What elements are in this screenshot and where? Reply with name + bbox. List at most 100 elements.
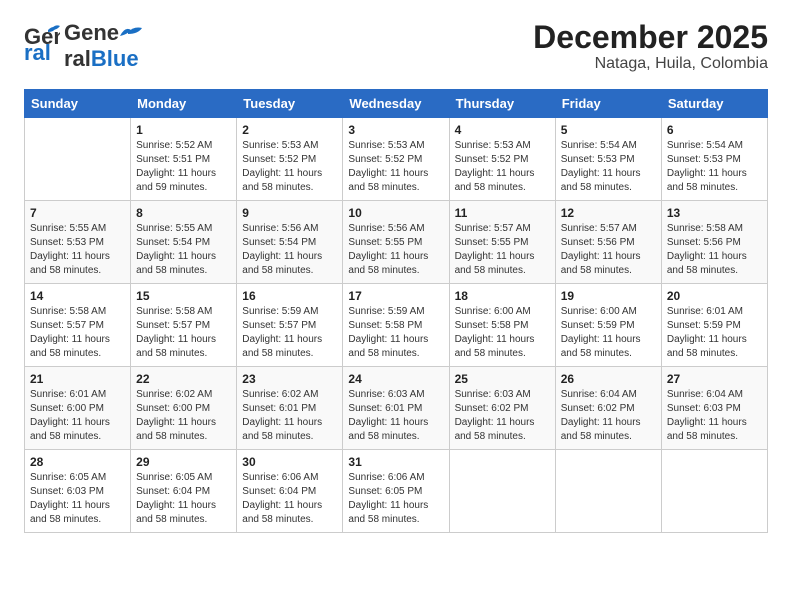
day-number: 1: [136, 123, 231, 137]
title-block: December 2025 Nataga, Huila, Colombia: [533, 20, 768, 73]
calendar-header-row: Sunday Monday Tuesday Wednesday Thursday…: [25, 90, 768, 118]
logo-general-text: Gene: [64, 20, 119, 46]
cell-week4-day3: 24 Sunrise: 6:03 AMSunset: 6:01 PMDaylig…: [343, 367, 449, 450]
cell-week2-day5: 12 Sunrise: 5:57 AMSunset: 5:56 PMDaylig…: [555, 201, 661, 284]
cell-week3-day5: 19 Sunrise: 6:00 AMSunset: 5:59 PMDaylig…: [555, 284, 661, 367]
cell-week5-day4: [449, 450, 555, 533]
day-number: 11: [455, 206, 550, 220]
day-info: Sunrise: 5:52 AMSunset: 5:51 PMDaylight:…: [136, 139, 231, 195]
week-row-2: 7 Sunrise: 5:55 AMSunset: 5:53 PMDayligh…: [25, 201, 768, 284]
cell-week3-day1: 15 Sunrise: 5:58 AMSunset: 5:57 PMDaylig…: [131, 284, 237, 367]
day-number: 9: [242, 206, 337, 220]
day-number: 24: [348, 372, 443, 386]
day-number: 14: [30, 289, 125, 303]
day-number: 22: [136, 372, 231, 386]
day-info: Sunrise: 5:53 AMSunset: 5:52 PMDaylight:…: [348, 139, 443, 195]
day-info: Sunrise: 5:57 AMSunset: 5:55 PMDaylight:…: [455, 222, 550, 278]
day-number: 17: [348, 289, 443, 303]
day-info: Sunrise: 6:00 AMSunset: 5:58 PMDaylight:…: [455, 305, 550, 361]
cell-week3-day6: 20 Sunrise: 6:01 AMSunset: 5:59 PMDaylig…: [661, 284, 767, 367]
day-info: Sunrise: 5:56 AMSunset: 5:55 PMDaylight:…: [348, 222, 443, 278]
cell-week5-day5: [555, 450, 661, 533]
cell-week5-day3: 31 Sunrise: 6:06 AMSunset: 6:05 PMDaylig…: [343, 450, 449, 533]
day-info: Sunrise: 6:00 AMSunset: 5:59 PMDaylight:…: [561, 305, 656, 361]
day-number: 27: [667, 372, 762, 386]
month-year-title: December 2025: [533, 20, 768, 55]
day-number: 15: [136, 289, 231, 303]
cell-week1-day5: 5 Sunrise: 5:54 AMSunset: 5:53 PMDayligh…: [555, 118, 661, 201]
cell-week5-day2: 30 Sunrise: 6:06 AMSunset: 6:04 PMDaylig…: [237, 450, 343, 533]
week-row-1: 1 Sunrise: 5:52 AMSunset: 5:51 PMDayligh…: [25, 118, 768, 201]
day-info: Sunrise: 6:03 AMSunset: 6:02 PMDaylight:…: [455, 388, 550, 444]
day-number: 13: [667, 206, 762, 220]
logo-general-text2: ral: [64, 46, 91, 72]
day-info: Sunrise: 6:01 AMSunset: 5:59 PMDaylight:…: [667, 305, 762, 361]
cell-week1-day4: 4 Sunrise: 5:53 AMSunset: 5:52 PMDayligh…: [449, 118, 555, 201]
cell-week4-day0: 21 Sunrise: 6:01 AMSunset: 6:00 PMDaylig…: [25, 367, 131, 450]
cell-week4-day5: 26 Sunrise: 6:04 AMSunset: 6:02 PMDaylig…: [555, 367, 661, 450]
day-number: 5: [561, 123, 656, 137]
day-info: Sunrise: 5:57 AMSunset: 5:56 PMDaylight:…: [561, 222, 656, 278]
day-info: Sunrise: 5:58 AMSunset: 5:57 PMDaylight:…: [30, 305, 125, 361]
location-subtitle: Nataga, Huila, Colombia: [533, 55, 768, 73]
cell-week4-day2: 23 Sunrise: 6:02 AMSunset: 6:01 PMDaylig…: [237, 367, 343, 450]
week-row-3: 14 Sunrise: 5:58 AMSunset: 5:57 PMDaylig…: [25, 284, 768, 367]
col-friday: Friday: [555, 90, 661, 118]
cell-week2-day2: 9 Sunrise: 5:56 AMSunset: 5:54 PMDayligh…: [237, 201, 343, 284]
day-number: 26: [561, 372, 656, 386]
day-number: 2: [242, 123, 337, 137]
logo: Gene ral Gene ral Blue: [24, 20, 142, 72]
day-info: Sunrise: 6:04 AMSunset: 6:02 PMDaylight:…: [561, 388, 656, 444]
cell-week2-day1: 8 Sunrise: 5:55 AMSunset: 5:54 PMDayligh…: [131, 201, 237, 284]
day-number: 8: [136, 206, 231, 220]
cell-week3-day3: 17 Sunrise: 5:59 AMSunset: 5:58 PMDaylig…: [343, 284, 449, 367]
cell-week4-day1: 22 Sunrise: 6:02 AMSunset: 6:00 PMDaylig…: [131, 367, 237, 450]
cell-week2-day6: 13 Sunrise: 5:58 AMSunset: 5:56 PMDaylig…: [661, 201, 767, 284]
day-info: Sunrise: 6:01 AMSunset: 6:00 PMDaylight:…: [30, 388, 125, 444]
logo-icon: Gene ral: [24, 22, 60, 62]
day-number: 7: [30, 206, 125, 220]
cell-week3-day4: 18 Sunrise: 6:00 AMSunset: 5:58 PMDaylig…: [449, 284, 555, 367]
col-saturday: Saturday: [661, 90, 767, 118]
day-number: 4: [455, 123, 550, 137]
cell-week1-day1: 1 Sunrise: 5:52 AMSunset: 5:51 PMDayligh…: [131, 118, 237, 201]
cell-week1-day0: [25, 118, 131, 201]
day-number: 16: [242, 289, 337, 303]
day-info: Sunrise: 5:53 AMSunset: 5:52 PMDaylight:…: [455, 139, 550, 195]
day-info: Sunrise: 6:02 AMSunset: 6:01 PMDaylight:…: [242, 388, 337, 444]
day-info: Sunrise: 5:58 AMSunset: 5:57 PMDaylight:…: [136, 305, 231, 361]
col-wednesday: Wednesday: [343, 90, 449, 118]
cell-week1-day2: 2 Sunrise: 5:53 AMSunset: 5:52 PMDayligh…: [237, 118, 343, 201]
cell-week5-day0: 28 Sunrise: 6:05 AMSunset: 6:03 PMDaylig…: [25, 450, 131, 533]
day-info: Sunrise: 5:53 AMSunset: 5:52 PMDaylight:…: [242, 139, 337, 195]
day-number: 19: [561, 289, 656, 303]
week-row-4: 21 Sunrise: 6:01 AMSunset: 6:00 PMDaylig…: [25, 367, 768, 450]
col-sunday: Sunday: [25, 90, 131, 118]
calendar-table: Sunday Monday Tuesday Wednesday Thursday…: [24, 89, 768, 533]
day-number: 10: [348, 206, 443, 220]
col-monday: Monday: [131, 90, 237, 118]
cell-week1-day6: 6 Sunrise: 5:54 AMSunset: 5:53 PMDayligh…: [661, 118, 767, 201]
day-info: Sunrise: 5:54 AMSunset: 5:53 PMDaylight:…: [667, 139, 762, 195]
day-number: 30: [242, 455, 337, 469]
day-number: 23: [242, 372, 337, 386]
cell-week3-day2: 16 Sunrise: 5:59 AMSunset: 5:57 PMDaylig…: [237, 284, 343, 367]
day-info: Sunrise: 6:02 AMSunset: 6:00 PMDaylight:…: [136, 388, 231, 444]
day-info: Sunrise: 5:59 AMSunset: 5:58 PMDaylight:…: [348, 305, 443, 361]
cell-week1-day3: 3 Sunrise: 5:53 AMSunset: 5:52 PMDayligh…: [343, 118, 449, 201]
cell-week5-day6: [661, 450, 767, 533]
col-tuesday: Tuesday: [237, 90, 343, 118]
day-number: 12: [561, 206, 656, 220]
day-info: Sunrise: 5:54 AMSunset: 5:53 PMDaylight:…: [561, 139, 656, 195]
day-info: Sunrise: 6:05 AMSunset: 6:04 PMDaylight:…: [136, 471, 231, 527]
day-number: 20: [667, 289, 762, 303]
day-info: Sunrise: 6:06 AMSunset: 6:04 PMDaylight:…: [242, 471, 337, 527]
day-info: Sunrise: 6:05 AMSunset: 6:03 PMDaylight:…: [30, 471, 125, 527]
cell-week4-day4: 25 Sunrise: 6:03 AMSunset: 6:02 PMDaylig…: [449, 367, 555, 450]
day-number: 29: [136, 455, 231, 469]
day-number: 18: [455, 289, 550, 303]
day-info: Sunrise: 6:03 AMSunset: 6:01 PMDaylight:…: [348, 388, 443, 444]
week-row-5: 28 Sunrise: 6:05 AMSunset: 6:03 PMDaylig…: [25, 450, 768, 533]
day-number: 31: [348, 455, 443, 469]
cell-week5-day1: 29 Sunrise: 6:05 AMSunset: 6:04 PMDaylig…: [131, 450, 237, 533]
